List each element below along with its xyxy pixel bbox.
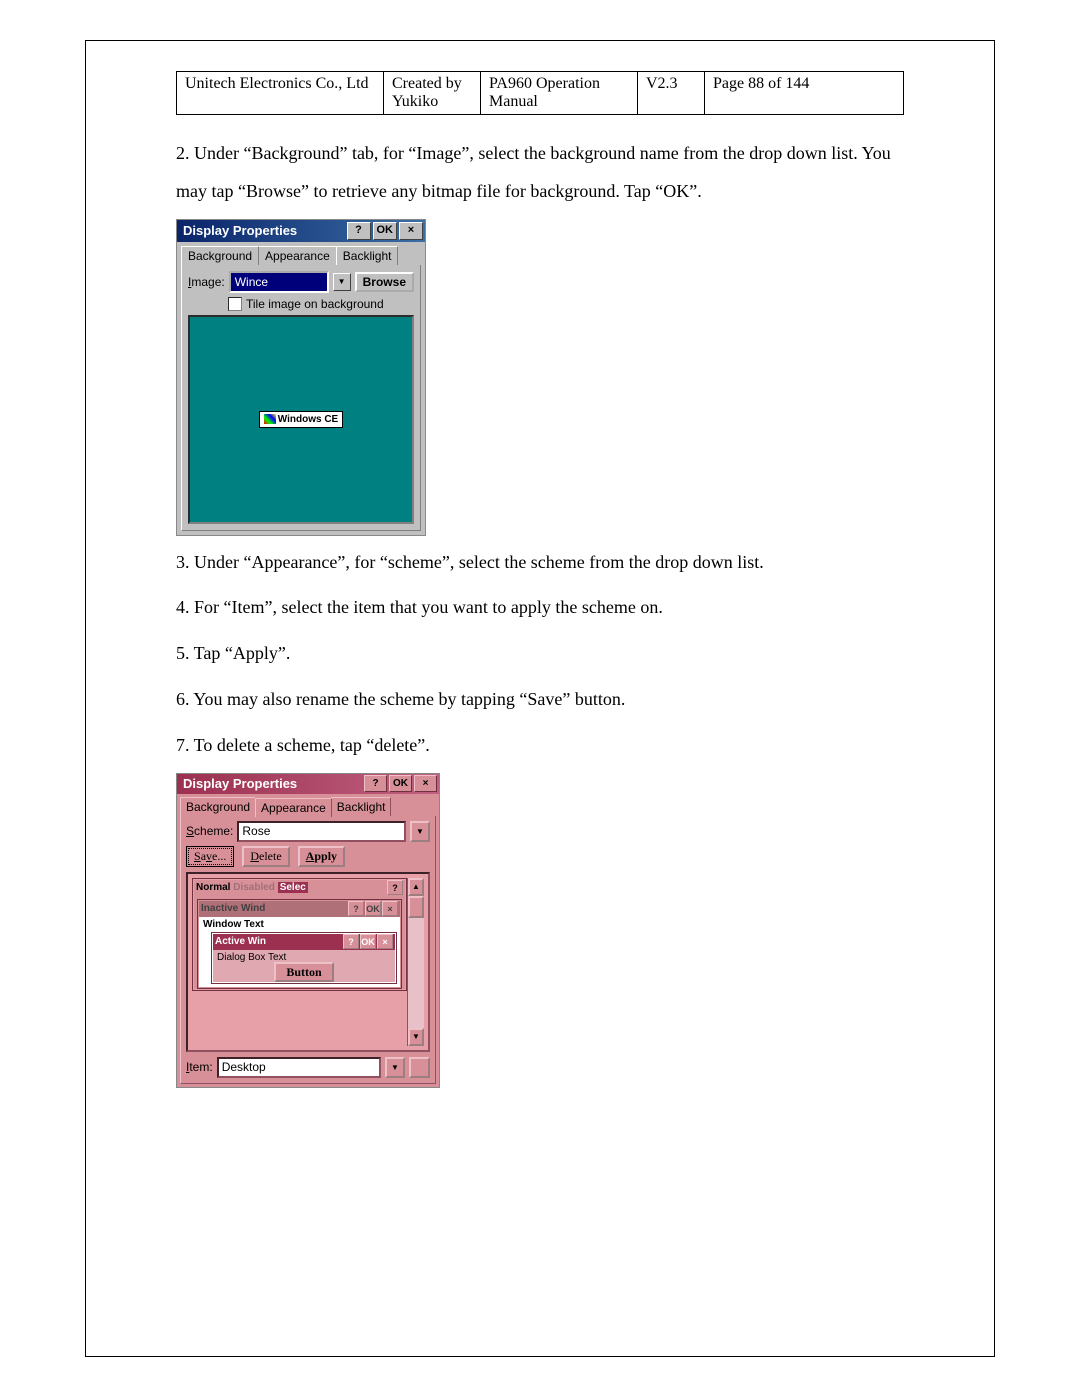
header-manual: PA960 Operation Manual xyxy=(481,72,638,115)
step-3-text: 3. Under “Appearance”, for “scheme”, sel… xyxy=(176,544,904,582)
close-button[interactable]: × xyxy=(414,775,437,792)
step-7-text: 7. To delete a scheme, tap “delete”. xyxy=(176,727,904,765)
windows-flag-icon xyxy=(264,414,276,424)
tile-label: Tile image on background xyxy=(246,297,384,311)
preview-dialog: Dialog Box Text Button xyxy=(213,950,395,982)
help-button[interactable]: ? xyxy=(347,222,371,240)
header-version: V2.3 xyxy=(638,72,705,115)
step-2-text: 2. Under “Background” tab, for “Image”, … xyxy=(176,135,904,211)
tab-background[interactable]: Background xyxy=(181,246,259,265)
title-bar: Display Properties ? OK × xyxy=(177,774,439,794)
preview-inactive-title: Inactive Wind ?OK× xyxy=(199,901,400,917)
tab-content: Image: Wince Browse Tile image on backgr… xyxy=(181,265,421,531)
item-dropdown[interactable]: Desktop xyxy=(217,1057,381,1078)
tab-appearance[interactable]: Appearance xyxy=(258,246,337,265)
browse-button[interactable]: Browse xyxy=(355,272,414,292)
preview-scrollbar[interactable]: ▲ ▼ xyxy=(407,878,424,1046)
tab-content: Scheme: Rose Save... Delete Apply Normal… xyxy=(180,816,436,1084)
scroll-thumb[interactable] xyxy=(408,896,424,918)
window-title: Display Properties xyxy=(183,776,362,791)
ok-button[interactable]: OK xyxy=(389,775,412,792)
tab-background[interactable]: Background xyxy=(180,797,256,816)
preview-active-title: Active Win ?OK× xyxy=(213,934,395,950)
item-label: Item: xyxy=(186,1060,213,1074)
tile-checkbox[interactable] xyxy=(228,297,242,311)
tab-appearance[interactable]: Appearance xyxy=(255,798,332,817)
preview-window-text: Window Text xyxy=(199,917,400,932)
title-bar: Display Properties ? OK × xyxy=(177,220,425,242)
step-4-text: 4. For “Item”, select the item that you … xyxy=(176,589,904,627)
screenshot-display-properties-appearance: Display Properties ? OK × Background App… xyxy=(176,773,440,1088)
scheme-label: Scheme: xyxy=(186,824,233,838)
windows-ce-logo: Windows CE xyxy=(259,411,343,428)
scroll-down-icon[interactable]: ▼ xyxy=(408,1028,424,1046)
scheme-preview: Normal Disabled Selec ? Inactive Wind ?O… xyxy=(186,872,430,1052)
step-6-text: 6. You may also rename the scheme by tap… xyxy=(176,681,904,719)
save-button[interactable]: Save... xyxy=(186,846,234,867)
screenshot-display-properties-background: Display Properties ? OK × Background App… xyxy=(176,219,426,536)
header-company: Unitech Electronics Co., Ltd xyxy=(177,72,384,115)
tab-bar: Background Appearance Backlight xyxy=(177,242,425,265)
preview-menu-bar: Normal Disabled Selec ? xyxy=(194,880,405,896)
preview-button: Button xyxy=(274,962,333,982)
window-title: Display Properties xyxy=(183,223,345,238)
ok-button[interactable]: OK xyxy=(373,222,398,240)
scheme-dropdown[interactable]: Rose xyxy=(237,821,406,842)
tab-backlight[interactable]: Backlight xyxy=(331,797,392,816)
tab-bar: Background Appearance Backlight xyxy=(177,794,439,816)
step-5-text: 5. Tap “Apply”. xyxy=(176,635,904,673)
tab-backlight[interactable]: Backlight xyxy=(336,246,399,265)
header-created: Created by Yukiko xyxy=(384,72,481,115)
dropdown-arrow-icon[interactable] xyxy=(333,273,351,291)
header-table: Unitech Electronics Co., Ltd Created by … xyxy=(176,71,904,115)
delete-button[interactable]: Delete xyxy=(242,846,289,867)
dropdown-arrow-icon[interactable] xyxy=(385,1057,405,1078)
dropdown-arrow-icon[interactable] xyxy=(410,821,430,842)
color-picker-button[interactable] xyxy=(409,1057,430,1078)
scroll-up-icon[interactable]: ▲ xyxy=(408,878,424,896)
image-dropdown[interactable]: Wince xyxy=(229,271,329,293)
close-button[interactable]: × xyxy=(399,222,423,240)
apply-button[interactable]: Apply xyxy=(298,846,345,867)
background-preview: Windows CE xyxy=(188,315,414,524)
help-button[interactable]: ? xyxy=(364,775,387,792)
header-page: Page 88 of 144 xyxy=(705,72,904,115)
help-icon: ? xyxy=(387,880,403,895)
